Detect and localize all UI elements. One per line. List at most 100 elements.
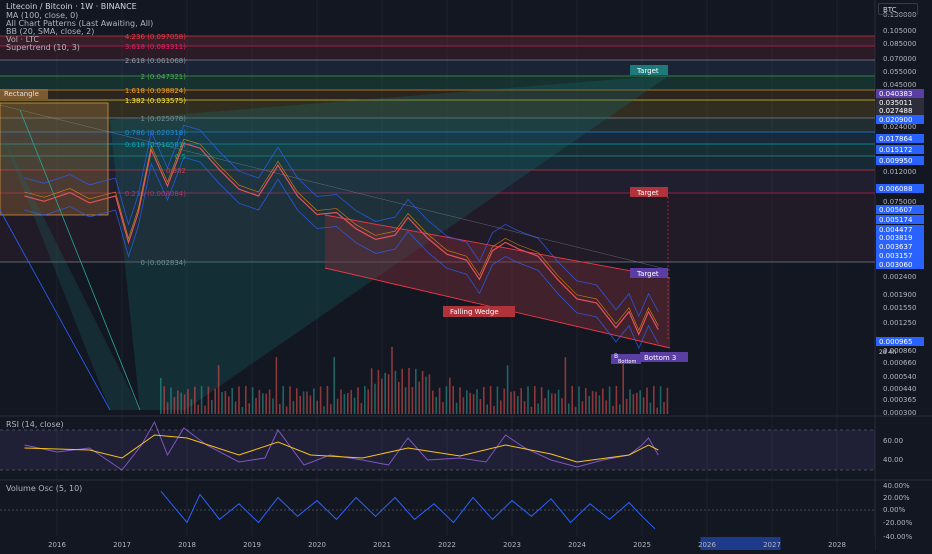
volume-bar <box>343 393 346 414</box>
bottom-small-label: Bottom <box>618 359 636 365</box>
time-axis-tick: 2026 <box>698 541 716 549</box>
volume-bar <box>602 388 604 414</box>
volume-bar <box>432 390 434 414</box>
volume-bar <box>608 386 611 414</box>
volume-bar <box>282 386 284 414</box>
volume-bar <box>568 403 570 414</box>
price-axis-label: 0.000965 <box>879 338 912 346</box>
volume-bar <box>489 386 492 414</box>
time-axis-tick: 2023 <box>503 541 521 549</box>
volume-bar <box>595 391 597 414</box>
symbol-title[interactable]: Litecoin / Bitcoin · 1W · BINANCE <box>6 2 137 11</box>
volume-bar <box>296 388 298 414</box>
target-label: Target <box>636 270 659 278</box>
volume-bar <box>486 404 488 414</box>
volume-bar <box>364 386 366 414</box>
volume-bar <box>194 386 196 414</box>
volume-bar <box>629 389 631 414</box>
volume-bar <box>455 402 458 414</box>
time-axis-tick: 2027 <box>763 541 781 549</box>
volume-bar <box>387 374 390 414</box>
volume-bar <box>449 377 451 414</box>
time-axis-tick: 2020 <box>308 541 326 549</box>
volume-bar <box>493 405 495 414</box>
indicator-supertrend[interactable]: Supertrend (10, 3) <box>6 43 80 52</box>
volume-bar <box>207 386 210 414</box>
price-axis-label: 0.035011 <box>879 99 912 107</box>
volume-bar <box>336 398 339 414</box>
time-axis-tick: 2028 <box>828 541 846 549</box>
volume-bar <box>183 394 186 414</box>
volume-bar <box>177 390 179 414</box>
volume-bar <box>452 386 454 414</box>
volume-bar <box>302 391 305 414</box>
price-axis-label: 0.003060 <box>879 261 912 269</box>
volume-bar <box>238 386 240 414</box>
volume-bar <box>585 388 587 414</box>
price-scale-tick: 0.055000 <box>883 68 916 76</box>
time-axis-tick: 2024 <box>568 541 586 549</box>
price-scale-tick: 0.024000 <box>883 123 916 131</box>
fib-level-label: 1.382 (0.033575) <box>125 97 186 105</box>
volume-bar <box>200 386 203 414</box>
volume-bar <box>561 398 563 414</box>
volume-bar <box>591 391 594 414</box>
volume-bar <box>632 394 635 414</box>
volume-bar <box>530 406 533 414</box>
volume-bar <box>360 402 363 414</box>
volume-osc-tick: 40.00% <box>883 482 910 490</box>
volume-bar <box>639 390 641 414</box>
volume-bar <box>588 396 590 414</box>
volume-bar <box>394 370 397 414</box>
volume-bar <box>228 396 230 414</box>
chart-root: 4.236 (0.097058) 3.618 (0.083311) 2.618 (0… <box>0 0 932 550</box>
price-axis-label: 0.003157 <box>879 252 912 260</box>
volume-bar <box>428 374 431 414</box>
volume-osc-tick: -20.00% <box>883 519 913 527</box>
price-scale-tick: 0.075000 <box>883 198 916 206</box>
price-axis-label: 0.005607 <box>879 206 912 214</box>
volume-bar <box>204 405 206 414</box>
volume-bar <box>445 386 448 414</box>
volume-bar <box>598 395 601 414</box>
volume-bar <box>411 387 414 414</box>
volume-bar <box>255 397 257 414</box>
volume-bar <box>391 346 393 414</box>
target-label: Target <box>636 67 659 75</box>
rsi-pane-title[interactable]: RSI (14, close) <box>6 420 64 429</box>
volume-bar <box>211 400 213 414</box>
volume-osc-pane-title[interactable]: Volume Osc (5, 10) <box>6 484 82 493</box>
volume-bar <box>476 389 478 414</box>
volume-bar <box>500 400 502 414</box>
volume-bar <box>425 376 427 414</box>
volume-bar <box>510 391 512 414</box>
volume-bar <box>326 386 329 414</box>
price-scale-tick: 0.085000 <box>883 40 916 48</box>
price-axis-label: 0.020900 <box>879 116 912 124</box>
volume-bar <box>479 399 482 414</box>
volume-bar <box>313 388 315 414</box>
time-axis-tick: 2018 <box>178 541 196 549</box>
volume-bar <box>503 388 505 414</box>
volume-bar <box>374 383 376 414</box>
price-axis-label: 0.004477 <box>879 226 912 234</box>
volume-bar <box>578 386 580 414</box>
volume-osc-tick: -40.00% <box>883 533 913 541</box>
price-axis-label: 0.015172 <box>879 146 912 154</box>
price-scale-tick: 0.001900 <box>883 291 916 299</box>
volume-bar <box>197 404 199 414</box>
volume-bar <box>272 398 274 414</box>
volume-bar <box>459 387 461 414</box>
volume-bar <box>309 395 312 414</box>
volume-bar <box>333 357 335 414</box>
bottom-3-label: Bottom 3 <box>644 354 676 362</box>
volume-bar <box>544 398 546 414</box>
volume-bar <box>442 402 444 414</box>
volume-bar <box>221 391 223 414</box>
currency-button[interactable]: BTC <box>878 3 918 15</box>
price-chart[interactable]: 4.236 (0.097058) 3.618 (0.083311) 2.618 (0… <box>0 0 932 550</box>
volume-bar <box>547 389 550 414</box>
price-scale-tick: 0.012000 <box>883 168 916 176</box>
volume-bar <box>415 368 417 414</box>
volume-bar <box>404 387 407 414</box>
